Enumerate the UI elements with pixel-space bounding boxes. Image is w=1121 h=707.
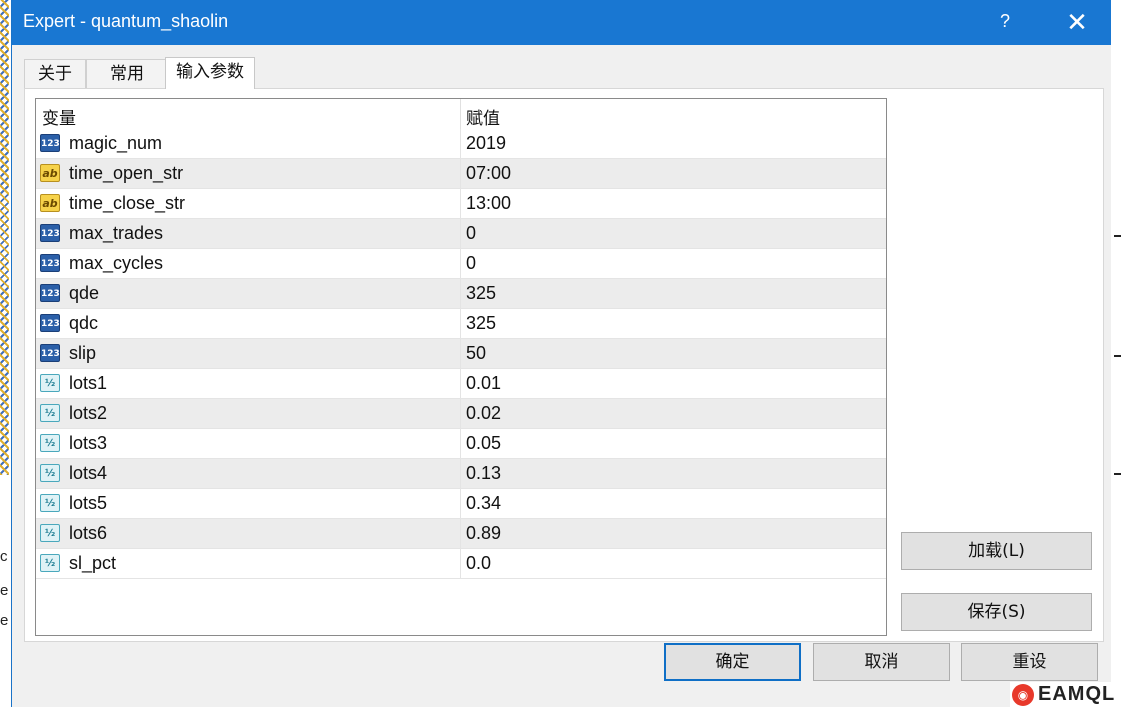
double-type-icon: ½ (40, 494, 60, 512)
parameter-name: time_close_str (69, 193, 186, 213)
save-button[interactable]: 保存(S) (901, 593, 1092, 631)
integer-type-icon: 123 (40, 134, 60, 152)
help-button[interactable]: ? (994, 11, 1016, 35)
table-row[interactable]: ½ lots6 0.89 (36, 519, 886, 549)
parameter-name: max_cycles (69, 253, 164, 273)
parameter-name: sl_pct (69, 553, 117, 573)
background-text-fragment: c (0, 548, 8, 565)
parameter-value[interactable]: 0.02 (466, 403, 501, 424)
double-type-icon: ½ (40, 374, 60, 392)
parameter-name: slip (69, 343, 97, 363)
integer-type-icon: 123 (40, 254, 60, 272)
parameter-name: qde (69, 283, 100, 303)
parameter-value[interactable]: 0 (466, 253, 476, 274)
parameter-value[interactable]: 0.89 (466, 523, 501, 544)
double-type-icon: ½ (40, 524, 60, 542)
title-bar[interactable]: Expert - quantum_shaolin ? ✕ (12, 0, 1111, 45)
watermark: ◉ EAMQL (1010, 682, 1121, 707)
table-row[interactable]: ½ sl_pct 0.0 (36, 549, 886, 579)
expert-dialog: Expert - quantum_shaolin ? ✕ 关于 常用 输入参数 … (11, 0, 1111, 707)
table-row[interactable]: ½ lots1 0.01 (36, 369, 886, 399)
parameter-name: qdc (69, 313, 99, 333)
table-row[interactable]: ½ lots5 0.34 (36, 489, 886, 519)
tab-common[interactable]: 常用 (86, 59, 168, 88)
integer-type-icon: 123 (40, 284, 60, 302)
double-type-icon: ½ (40, 554, 60, 572)
background-chart-pattern (0, 0, 9, 475)
integer-type-icon: 123 (40, 344, 60, 362)
parameter-value[interactable]: 0.13 (466, 463, 501, 484)
table-row[interactable]: 123 max_cycles 0 (36, 249, 886, 279)
column-header-variable[interactable]: 变量 (42, 104, 76, 129)
integer-type-icon: 123 (40, 224, 60, 242)
parameter-name: lots5 (69, 493, 108, 513)
reset-button[interactable]: 重设 (961, 643, 1098, 681)
parameter-value[interactable]: 0.0 (466, 553, 491, 574)
table-row[interactable]: 123 max_trades 0 (36, 219, 886, 249)
double-type-icon: ½ (40, 464, 60, 482)
string-type-icon: ab (40, 194, 60, 212)
parameter-name: lots1 (69, 373, 108, 393)
parameter-value[interactable]: 325 (466, 313, 496, 334)
background-window-strip-right (1110, 0, 1121, 707)
parameter-value[interactable]: 325 (466, 283, 496, 304)
parameter-value[interactable]: 2019 (466, 133, 506, 154)
tab-about[interactable]: 关于 (24, 59, 86, 88)
parameter-name: lots6 (69, 523, 108, 543)
watermark-text: EAMQL (1038, 683, 1116, 705)
table-row[interactable]: 123 slip 50 (36, 339, 886, 369)
parameter-name: max_trades (69, 223, 164, 243)
table-header: 变量 赋值 (36, 99, 886, 129)
parameter-name: time_open_str (69, 163, 184, 183)
parameters-table[interactable]: 变量 赋值 123 magic_num 2019 ab time_open_str 07:… (35, 98, 887, 636)
parameter-value[interactable]: 0.05 (466, 433, 501, 454)
table-row[interactable]: ½ lots2 0.02 (36, 399, 886, 429)
table-row[interactable]: 123 magic_num 2019 (36, 129, 886, 159)
string-type-icon: ab (40, 164, 60, 182)
parameter-name: lots2 (69, 403, 108, 423)
parameter-value[interactable]: 0 (466, 223, 476, 244)
table-row[interactable]: ab time_open_str 07:00 (36, 159, 886, 189)
table-row[interactable]: ½ lots3 0.05 (36, 429, 886, 459)
parameter-name: magic_num (69, 133, 163, 153)
column-header-value[interactable]: 赋值 (466, 104, 500, 129)
integer-type-icon: 123 (40, 314, 60, 332)
load-button[interactable]: 加载(L) (901, 532, 1092, 570)
weibo-logo-icon: ◉ (1012, 684, 1034, 706)
table-body: 123 magic_num 2019 ab time_open_str 07:00 ab ti… (36, 129, 886, 579)
parameter-name: lots4 (69, 463, 108, 483)
background-text-fragment: e (0, 612, 9, 629)
double-type-icon: ½ (40, 434, 60, 452)
cancel-button[interactable]: 取消 (813, 643, 950, 681)
parameter-value[interactable]: 13:00 (466, 193, 511, 214)
table-row[interactable]: ½ lots4 0.13 (36, 459, 886, 489)
tab-inputs[interactable]: 输入参数 (165, 57, 255, 89)
double-type-icon: ½ (40, 404, 60, 422)
window-title: Expert - quantum_shaolin (23, 11, 229, 31)
table-row[interactable]: 123 qde 325 (36, 279, 886, 309)
parameter-value[interactable]: 07:00 (466, 163, 511, 184)
parameter-value[interactable]: 50 (466, 343, 486, 364)
parameter-value[interactable]: 0.34 (466, 493, 501, 514)
ok-button[interactable]: 确定 (664, 643, 801, 681)
table-row[interactable]: ab time_close_str 13:00 (36, 189, 886, 219)
parameter-name: lots3 (69, 433, 108, 453)
close-button[interactable]: ✕ (1054, 7, 1100, 39)
table-row[interactable]: 123 qdc 325 (36, 309, 886, 339)
background-text-fragment: e (0, 582, 9, 599)
parameter-value[interactable]: 0.01 (466, 373, 501, 394)
